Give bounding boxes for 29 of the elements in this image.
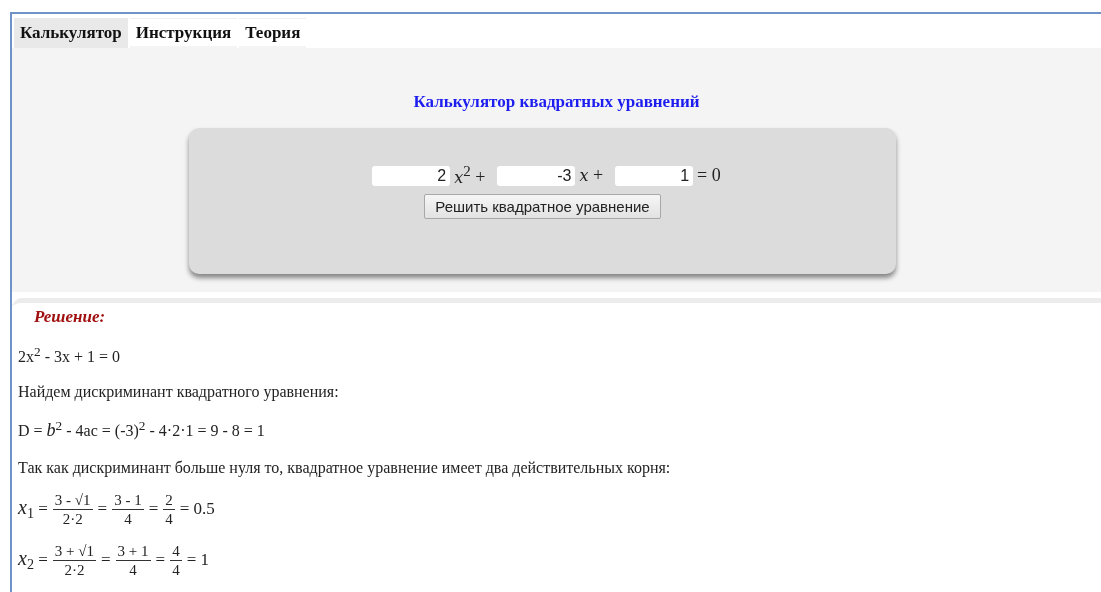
fraction: 4 4 <box>170 541 182 579</box>
formula-text: = <box>97 499 108 520</box>
equation-term: x + <box>579 165 604 186</box>
formula-text: = <box>148 499 159 520</box>
formula-text: = <box>101 550 111 571</box>
formula-text: = 0.5 <box>179 499 215 520</box>
coefficient-field[interactable]: 1 <box>615 165 694 186</box>
tab[interactable]: Калькулятор <box>14 18 128 48</box>
solution-line: D = b$^{2}$ - 4ac = (-3)$^{2}$ - 4·2·1 = 9 - 8 = 1 <box>18 418 266 442</box>
solution-heading: Решение: <box>34 307 106 327</box>
formula-text: = 1 <box>186 550 209 571</box>
root-label: x$_{2}$ = <box>18 546 48 574</box>
calculator-title: Калькулятор квадратных уравнений <box>413 92 700 112</box>
fraction: 3 + 1 4 <box>115 541 151 579</box>
solution-line: 2x$^{2}$ - 3x + 1 = 0 <box>18 344 122 367</box>
root-label: x$_{1}$ = <box>18 495 48 523</box>
coefficient-field[interactable]: 2 <box>372 165 451 186</box>
fraction: 3 - 1 4 <box>112 490 144 528</box>
fraction: 2 4 <box>163 490 175 528</box>
solution-line: Так как дискриминант больше нуля то, квадратное уравнение имеет два действительных корня: <box>18 458 672 477</box>
equation-term: = 0 <box>697 165 721 186</box>
tab[interactable]: Инструкция <box>129 18 238 48</box>
tab[interactable]: Теория <box>239 18 307 48</box>
solution-line: Найдем дискриминант квадратного уравнения: <box>18 383 340 402</box>
solve-button[interactable]: Решить квадратное уравнение <box>424 194 661 219</box>
coefficient-field[interactable]: -3 <box>497 165 576 186</box>
fraction: 3 - √1 2·2 <box>52 490 93 528</box>
formula-text: = <box>155 550 166 571</box>
fraction: 3 + √1 2·2 <box>52 541 96 579</box>
